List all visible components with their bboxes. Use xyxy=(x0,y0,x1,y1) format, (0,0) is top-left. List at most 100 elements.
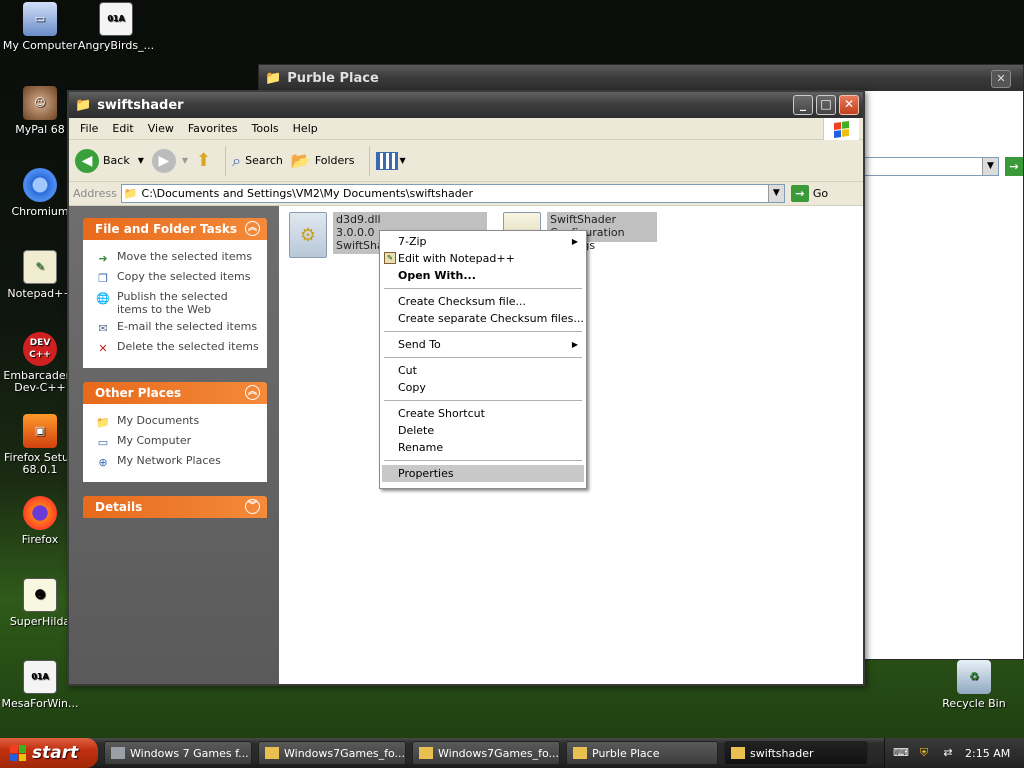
folder-icon: 📁 xyxy=(75,97,92,113)
ctx-edit-notepadpp[interactable]: ✎ Edit with Notepad++ xyxy=(382,250,584,267)
ctx-label: Edit with Notepad++ xyxy=(398,252,515,265)
start-label: start xyxy=(32,743,79,763)
taskbar-item-label: Purble Place xyxy=(592,746,660,760)
panel-header[interactable]: File and Folder Tasks ︽ xyxy=(83,218,267,240)
go-arrow-icon[interactable]: → xyxy=(1005,157,1023,176)
taskbar-item-swiftshader[interactable]: swiftshader xyxy=(724,741,868,765)
network-icon[interactable]: ⇄ xyxy=(941,746,955,760)
desktop-icon-angrybirds[interactable]: 01A AngryBirds_... xyxy=(76,2,156,52)
menu-separator xyxy=(384,400,582,401)
explorer-window-icon xyxy=(111,747,125,759)
taskbar-item-windows7-games-1[interactable]: Windows 7 Games f... xyxy=(104,741,252,765)
collapse-chevron-icon[interactable]: ︽ xyxy=(245,221,260,236)
email-icon: ✉ xyxy=(98,321,108,335)
ctx-label: Create separate Checksum files... xyxy=(398,312,584,325)
panel-header[interactable]: Details ︾ xyxy=(83,496,267,518)
task-label: Move the selected items xyxy=(117,250,253,263)
back-label: Back xyxy=(103,154,130,167)
menu-file[interactable]: File xyxy=(73,122,105,135)
place-label: My Computer xyxy=(117,434,192,447)
task-label: Publish the selected items to the Web xyxy=(117,290,228,316)
taskbar-item-purble-place[interactable]: Purble Place xyxy=(566,741,718,765)
ctx-label: Rename xyxy=(398,441,444,454)
desktop-icon-recycle-bin[interactable]: ♻ Recycle Bin xyxy=(934,660,1014,710)
ctx-rename[interactable]: Rename xyxy=(382,439,584,456)
start-button[interactable]: start xyxy=(0,738,98,768)
chevron-down-icon[interactable]: ▼ xyxy=(138,156,144,165)
taskbar-item-windows7games-fo-2[interactable]: Windows7Games_fo... xyxy=(412,741,560,765)
views-button[interactable]: ▼ xyxy=(375,151,406,170)
ctx-cut[interactable]: Cut xyxy=(382,362,584,379)
task-publish[interactable]: 🌐 Publish the selected items to the Web xyxy=(95,290,259,316)
close-button[interactable]: ✕ xyxy=(839,95,859,115)
ctx-7zip[interactable]: 7-Zip ▶ xyxy=(382,233,584,250)
place-my-network-places[interactable]: ⊕ My Network Places xyxy=(95,454,259,470)
shield-icon[interactable]: ⛨ xyxy=(917,746,931,760)
taskbar-item-windows7games-fo-1[interactable]: Windows7Games_fo... xyxy=(258,741,406,765)
search-button[interactable]: ⌕ Search xyxy=(232,151,283,171)
menu-favorites[interactable]: Favorites xyxy=(181,122,245,135)
chevron-down-icon: ▼ xyxy=(181,156,189,165)
back-button[interactable]: ◀ Back ▼ xyxy=(75,148,144,173)
desktop-icon-my-computer[interactable]: ▭ My Computer xyxy=(0,2,80,52)
maximize-button[interactable]: □ xyxy=(816,95,836,115)
toolbar: ◀ Back ▼ ▶ ▼ ⬆ ⌕ Search 📂 Folders ▼ xyxy=(69,140,863,182)
ctx-properties[interactable]: Properties xyxy=(382,465,584,482)
computer-icon: ▭ xyxy=(97,435,109,449)
dll-file-icon: ⚙ xyxy=(289,212,327,258)
background-window-address-box: ▼ xyxy=(863,157,999,176)
up-folder-button[interactable]: ⬆ xyxy=(196,150,211,171)
computer-icon: ▭ xyxy=(23,2,57,36)
panel-header[interactable]: Other Places ︽ xyxy=(83,382,267,404)
menu-edit[interactable]: Edit xyxy=(105,122,140,135)
place-my-computer[interactable]: ▭ My Computer xyxy=(95,434,259,450)
clock[interactable]: 2:15 AM xyxy=(965,747,1010,760)
ctx-label: Copy xyxy=(398,381,426,394)
context-menu: 7-Zip ▶ ✎ Edit with Notepad++ Open With...… xyxy=(379,230,587,489)
panel-other-places: Other Places ︽ 📁 My Documents ▭ My Compute… xyxy=(83,382,267,482)
expand-chevron-icon[interactable]: ︾ xyxy=(245,499,260,514)
task-email[interactable]: ✉ E-mail the selected items xyxy=(95,320,259,336)
window-title: swiftshader xyxy=(97,97,184,113)
menu-tools[interactable]: Tools xyxy=(245,122,286,135)
panel-body: 📁 My Documents ▭ My Computer ⊕ My Network P… xyxy=(83,404,267,482)
ctx-create-separate-checksums[interactable]: Create separate Checksum files... xyxy=(382,310,584,327)
menu-help[interactable]: Help xyxy=(286,122,325,135)
taskbar-item-label: Windows7Games_fo... xyxy=(438,746,559,760)
ctx-create-shortcut[interactable]: Create Shortcut xyxy=(382,405,584,422)
go-arrow-icon: → xyxy=(790,185,809,202)
folder-icon xyxy=(265,747,279,759)
ctx-copy[interactable]: Copy xyxy=(382,379,584,396)
address-input[interactable]: 📁 C:\Documents and Settings\VM2\My Docum… xyxy=(120,184,785,203)
views-icon xyxy=(375,151,398,170)
task-delete[interactable]: ✕ Delete the selected items xyxy=(95,340,259,356)
toolbar-separator xyxy=(368,145,370,176)
collapse-chevron-icon[interactable]: ︽ xyxy=(245,385,260,400)
close-icon[interactable]: ✕ xyxy=(991,70,1011,88)
folders-button[interactable]: 📂 Folders xyxy=(291,151,355,170)
place-my-documents[interactable]: 📁 My Documents xyxy=(95,414,259,430)
minimize-button[interactable]: _ xyxy=(793,95,813,115)
ctx-delete[interactable]: Delete xyxy=(382,422,584,439)
ctx-create-checksum[interactable]: Create Checksum file... xyxy=(382,293,584,310)
go-button[interactable]: → Go xyxy=(790,185,828,202)
task-move[interactable]: ➜ Move the selected items xyxy=(95,250,259,266)
forward-arrow-icon: ▶ xyxy=(151,148,176,173)
ctx-send-to[interactable]: Send To ▶ xyxy=(382,336,584,353)
keyboard-icon[interactable]: ⌨ xyxy=(893,746,909,760)
window-titlebar[interactable]: 📁 swiftshader _ □ ✕ xyxy=(69,92,863,118)
panel-title: Details xyxy=(95,500,143,514)
menu-separator xyxy=(384,288,582,289)
ctx-open-with[interactable]: Open With... xyxy=(382,267,584,284)
task-copy[interactable]: ❐ Copy the selected items xyxy=(95,270,259,286)
panel-body: ➜ Move the selected items ❐ Copy the selec… xyxy=(83,240,267,368)
folder-icon: 📁 xyxy=(123,187,138,200)
desktop-icon-label: AngryBirds_... xyxy=(77,39,155,52)
task-label: Delete the selected items xyxy=(117,340,259,353)
menu-view[interactable]: View xyxy=(141,122,181,135)
folders-label: Folders xyxy=(314,154,355,167)
forward-button[interactable]: ▶ ▼ xyxy=(151,148,189,173)
chevron-down-icon[interactable]: ▼ xyxy=(982,158,998,175)
background-window-titlebar[interactable]: 📁 Purble Place xyxy=(259,65,1023,91)
chevron-down-icon[interactable]: ▼ xyxy=(767,185,784,202)
